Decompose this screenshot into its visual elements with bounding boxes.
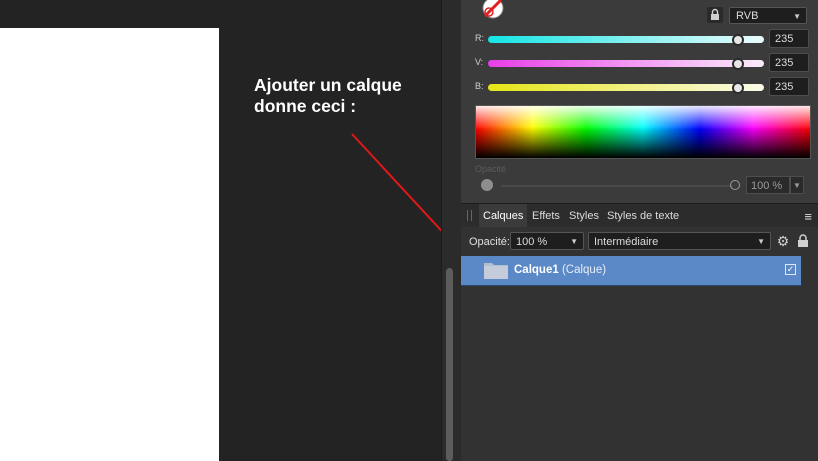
right-panel: RVB ▼ R: 235 V: 235 B: 235 Opacité 100 %… <box>461 0 818 461</box>
no-fill-icon[interactable] <box>479 0 509 22</box>
lock-icon[interactable] <box>707 7 723 23</box>
layer-opacity-select[interactable]: 100 % ▼ <box>510 232 584 250</box>
slider-v-handle[interactable] <box>732 58 744 70</box>
tab-styles-de-texte[interactable]: Styles de texte <box>603 204 683 228</box>
color-panel: RVB ▼ R: 235 V: 235 B: 235 Opacité 100 %… <box>461 0 818 203</box>
opacity-handle[interactable] <box>481 179 493 191</box>
tab-calques[interactable]: Calques <box>479 204 528 228</box>
layer-label: Calque1 (Calque) <box>514 264 606 276</box>
menu-icon[interactable]: ≡ <box>804 209 812 224</box>
slider-r-track[interactable] <box>488 36 764 43</box>
color-spectrum[interactable] <box>475 105 811 159</box>
blend-mode-value: Intermédiaire <box>594 236 659 248</box>
slider-v-label: V: <box>475 57 484 67</box>
chevron-down-icon: ▼ <box>570 237 578 246</box>
slider-v-track[interactable] <box>488 60 764 67</box>
slider-r: R: 235 <box>461 29 818 49</box>
layer-type: (Calque) <box>561 264 607 276</box>
layer-row[interactable]: Calque1 (Calque) ✓ <box>461 256 801 286</box>
chevron-down-icon[interactable]: ▼ <box>790 176 804 194</box>
slider-b: B: 235 <box>461 77 818 97</box>
layer-opacity-value: 100 % <box>516 236 548 248</box>
slider-r-handle[interactable] <box>732 34 744 46</box>
slider-r-value[interactable]: 235 <box>769 29 809 48</box>
slider-v-value[interactable]: 235 <box>769 53 809 72</box>
tab-styles[interactable]: Styles <box>565 204 603 228</box>
slider-b-value[interactable]: 235 <box>769 77 809 96</box>
gear-icon[interactable]: ⚙ <box>775 233 791 249</box>
chevron-down-icon: ▼ <box>757 237 765 246</box>
blend-mode-select[interactable]: Intermédiaire ▼ <box>588 232 771 250</box>
slider-b-track[interactable] <box>488 84 764 91</box>
chevron-down-icon: ▼ <box>793 12 801 21</box>
layers-toolbar: Opacité: 100 % ▼ Intermédiaire ▼ ⚙ <box>461 227 818 255</box>
grip-icon[interactable] <box>467 210 472 221</box>
folder-icon <box>484 263 508 279</box>
slider-b-handle[interactable] <box>732 82 744 94</box>
slider-r-label: R: <box>475 33 484 43</box>
tab-effets[interactable]: Effets <box>528 204 564 228</box>
lock-icon[interactable] <box>797 234 809 248</box>
color-opacity-label: Opacité <box>475 164 507 174</box>
color-mode-select[interactable]: RVB ▼ <box>729 7 807 24</box>
opacity-max-indicator <box>730 180 740 190</box>
layer-name: Calque1 <box>514 264 559 276</box>
panel-tabs: Calques Effets Styles Styles de texte ≡ <box>461 203 818 228</box>
color-mode-value: RVB <box>736 10 759 22</box>
checkbox-icon[interactable]: ✓ <box>785 264 796 275</box>
slider-b-label: B: <box>475 81 484 91</box>
opacity-track[interactable] <box>501 185 733 187</box>
slider-v: V: 235 <box>461 53 818 73</box>
vertical-scrollbar[interactable] <box>446 268 453 461</box>
layer-opacity-label: Opacité: <box>469 236 510 248</box>
color-opacity-value[interactable]: 100 % <box>746 176 790 194</box>
